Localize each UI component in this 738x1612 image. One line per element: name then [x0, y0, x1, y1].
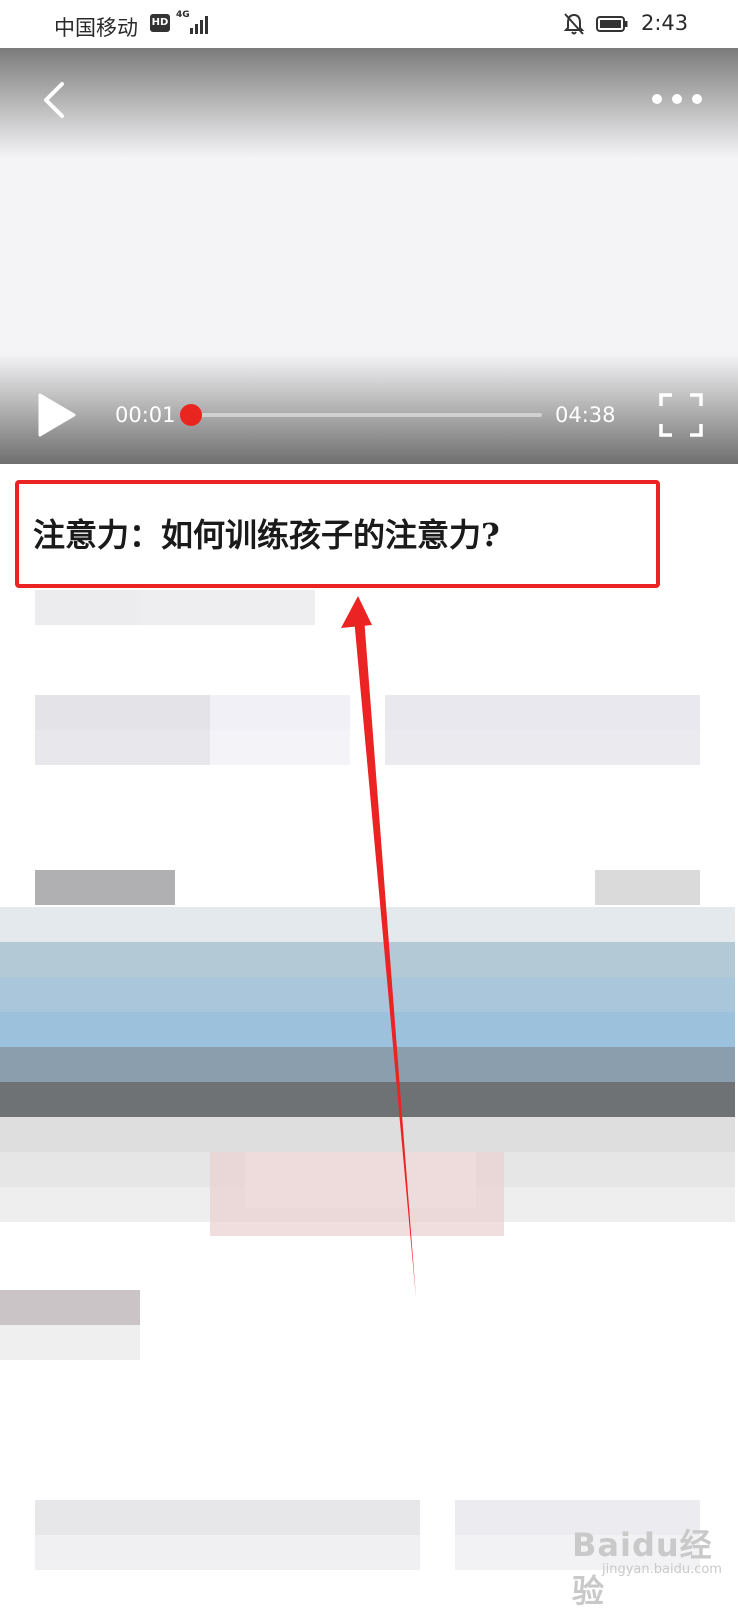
mosaic-block: [0, 1082, 735, 1117]
mosaic-block: [595, 870, 700, 905]
status-bar: 中国移动 HD 4G 2:43: [0, 0, 738, 48]
fullscreen-icon[interactable]: [658, 392, 704, 438]
mosaic-block: [385, 695, 700, 730]
mosaic-block: [0, 1325, 140, 1360]
bell-off-icon: [563, 13, 585, 35]
obscured-content: [0, 590, 738, 1600]
play-icon[interactable]: [36, 392, 78, 438]
mosaic-block: [0, 907, 735, 942]
mosaic-block: [35, 1535, 420, 1570]
back-icon[interactable]: [38, 78, 78, 122]
mosaic-block: [35, 730, 210, 765]
video-top-overlay: [0, 48, 738, 158]
watermark-url: jingyan.baidu.com: [602, 1562, 722, 1577]
progress-bar[interactable]: [180, 404, 542, 426]
carrier-name: 中国移动: [54, 16, 138, 40]
mosaic-block: [210, 730, 350, 765]
mosaic-block: [35, 590, 140, 625]
mosaic-block: [0, 977, 735, 1012]
mosaic-block: [35, 1500, 420, 1535]
mosaic-block: [245, 1152, 476, 1208]
mosaic-block: [0, 1047, 735, 1082]
mosaic-block: [210, 695, 350, 730]
video-bottom-overlay: [0, 354, 738, 464]
mosaic-block: [0, 942, 735, 977]
battery-icon: [596, 16, 628, 32]
highlight-box: [15, 480, 660, 588]
more-icon[interactable]: [652, 88, 704, 108]
video-player[interactable]: 00:01 04:38: [0, 48, 738, 464]
total-time: 04:38: [555, 403, 616, 427]
mosaic-block: [35, 870, 175, 905]
hd-badge: HD: [150, 14, 170, 32]
baidu-watermark: Baidu经验 jingyan.baidu.com: [562, 1510, 732, 1610]
mosaic-block: [385, 730, 700, 765]
mosaic-block: [0, 1290, 140, 1325]
mosaic-block: [0, 1117, 735, 1152]
signal-icon: [186, 14, 210, 34]
mosaic-block: [0, 1012, 735, 1047]
mosaic-block: [35, 695, 210, 730]
current-time: 00:01: [115, 403, 176, 427]
clock: 2:43: [641, 11, 689, 35]
